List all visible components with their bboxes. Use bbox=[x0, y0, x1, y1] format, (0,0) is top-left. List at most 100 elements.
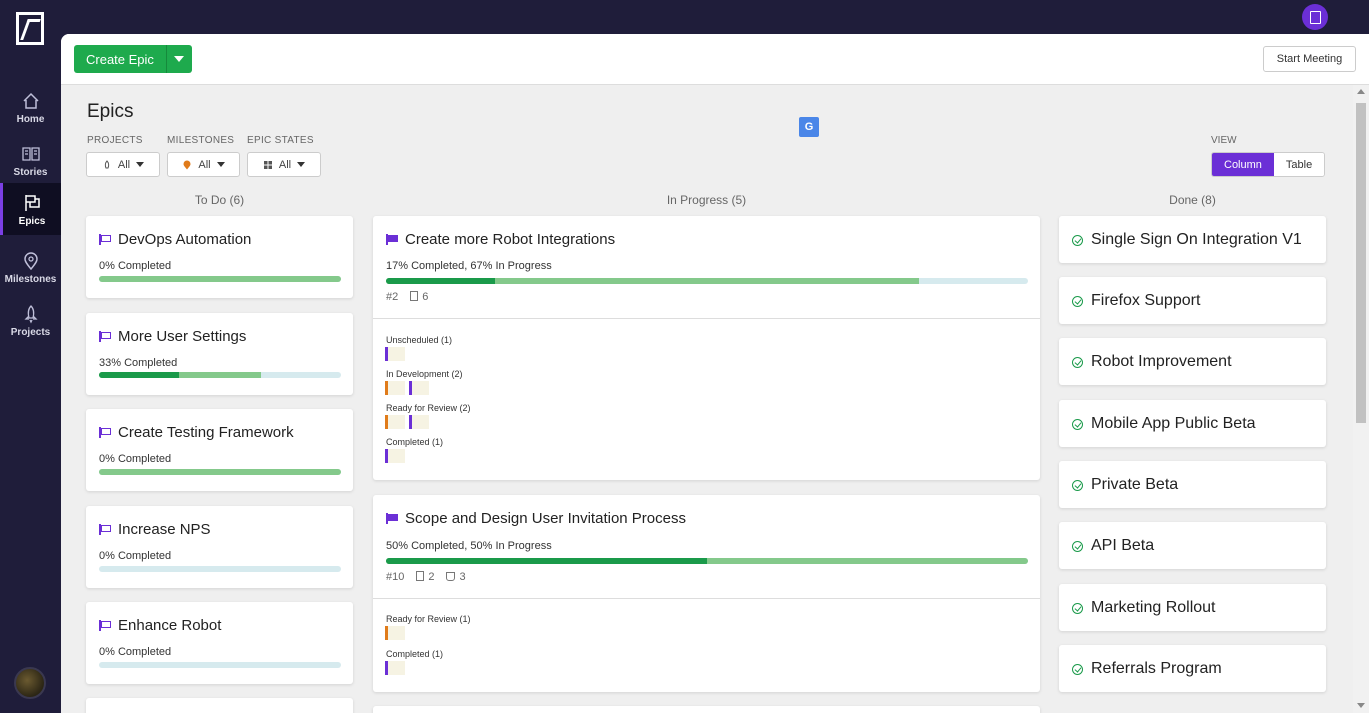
left-nav: Home Stories Epics Milestones Projects bbox=[0, 0, 61, 713]
flag-icon bbox=[99, 234, 111, 245]
epic-card-title[interactable]: Private Beta bbox=[1072, 476, 1178, 494]
view-column-button[interactable]: Column bbox=[1212, 153, 1274, 176]
epic-card[interactable]: DevOps Automation 0% Completed bbox=[86, 216, 353, 298]
story-chip[interactable] bbox=[385, 661, 405, 675]
nav-home[interactable]: Home bbox=[0, 85, 61, 135]
flag-icon bbox=[99, 620, 111, 631]
epic-card[interactable]: Create Testing Framework 0% Completed bbox=[86, 409, 353, 491]
grid-icon bbox=[263, 160, 272, 169]
column-header-in-progress: In Progress (5) bbox=[666, 193, 747, 207]
nav-epics[interactable]: Epics bbox=[0, 183, 61, 235]
story-chip[interactable] bbox=[385, 626, 405, 640]
vertical-scrollbar[interactable] bbox=[1353, 85, 1369, 713]
epic-card-title-text: Create more Robot Integrations bbox=[405, 231, 616, 248]
check-circle-icon bbox=[1072, 295, 1083, 307]
epic-card-title[interactable]: Firefox Support bbox=[1072, 292, 1200, 310]
epic-card-title[interactable]: Robot Improvement bbox=[1072, 353, 1232, 371]
scroll-up-arrow-icon[interactable] bbox=[1357, 89, 1365, 94]
flag-icon bbox=[99, 331, 111, 342]
epic-card-title[interactable]: More User Settings bbox=[99, 328, 246, 345]
epic-card-title[interactable]: Mobile App Public Beta bbox=[1072, 415, 1256, 433]
epic-card-title[interactable]: Single Sign On Integration V1 bbox=[1072, 231, 1302, 249]
rocket-icon bbox=[104, 159, 110, 168]
create-epic-button[interactable]: Create Epic bbox=[74, 45, 192, 73]
epic-meta: #2 6 bbox=[386, 291, 428, 303]
view-table-button[interactable]: Table bbox=[1273, 153, 1325, 176]
profile-menu-icon[interactable] bbox=[1302, 4, 1328, 30]
progress-bar bbox=[99, 662, 341, 668]
epic-card[interactable]: Private Beta bbox=[1059, 461, 1326, 508]
epic-card-title[interactable]: API Beta bbox=[1072, 537, 1154, 555]
epic-card[interactable] bbox=[373, 706, 1040, 713]
epic-card-title[interactable]: Enhance Robot bbox=[99, 617, 221, 634]
epic-progress-text: 17% Completed, 67% In Progress bbox=[386, 260, 552, 272]
nav-projects-label: Projects bbox=[10, 327, 51, 338]
epic-progress-text: 0% Completed bbox=[99, 260, 172, 272]
nav-stories[interactable]: Stories bbox=[0, 138, 61, 188]
epic-card-title-text: DevOps Automation bbox=[118, 231, 252, 248]
divider bbox=[373, 318, 1040, 319]
chevron-down-icon bbox=[216, 162, 225, 167]
story-chip[interactable] bbox=[409, 415, 429, 429]
scroll-down-arrow-icon[interactable] bbox=[1357, 703, 1365, 708]
nav-home-label: Home bbox=[16, 114, 45, 125]
epic-card-title-text: Increase NPS bbox=[118, 521, 211, 538]
chore-count-value: 3 bbox=[459, 571, 466, 583]
epic-states-filter-label: EPIC STATES bbox=[247, 135, 314, 146]
create-epic-dropdown-icon[interactable] bbox=[167, 45, 192, 73]
epic-card[interactable]: More User Settings 33% Completed bbox=[86, 313, 353, 395]
document-icon bbox=[416, 571, 425, 581]
flag-icon bbox=[99, 427, 111, 438]
start-meeting-button[interactable]: Start Meeting bbox=[1263, 46, 1356, 72]
epic-card-title[interactable]: Increase NPS bbox=[99, 521, 211, 538]
epic-card[interactable]: Firefox Support bbox=[1059, 277, 1326, 324]
milestones-filter[interactable]: All bbox=[167, 152, 240, 177]
story-chip[interactable] bbox=[385, 347, 405, 361]
epic-card[interactable]: Single Sign On Integration V1 bbox=[1059, 216, 1326, 263]
epic-card[interactable] bbox=[86, 698, 353, 713]
story-chip[interactable] bbox=[385, 381, 405, 395]
story-count: 6 bbox=[410, 291, 428, 303]
story-chips bbox=[385, 661, 405, 675]
projects-filter[interactable]: All bbox=[86, 152, 160, 177]
epic-card[interactable]: Enhance Robot 0% Completed bbox=[86, 602, 353, 684]
state-label: Ready for Review (2) bbox=[386, 403, 471, 413]
epic-id[interactable]: #10 bbox=[386, 571, 404, 583]
story-count: 2 bbox=[416, 571, 434, 583]
epic-card-title-text: Robot Improvement bbox=[1091, 353, 1232, 370]
user-avatar[interactable] bbox=[14, 667, 46, 699]
epic-card[interactable]: Robot Improvement bbox=[1059, 338, 1326, 385]
nav-projects[interactable]: Projects bbox=[0, 298, 61, 348]
epic-card[interactable]: Mobile App Public Beta bbox=[1059, 400, 1326, 447]
story-chip[interactable] bbox=[385, 449, 405, 463]
epic-progress-text: 0% Completed bbox=[99, 646, 172, 658]
epic-card-title[interactable]: Scope and Design User Invitation Process bbox=[386, 510, 686, 527]
epic-card-title[interactable]: Marketing Rollout bbox=[1072, 599, 1216, 617]
translate-icon[interactable]: G bbox=[799, 117, 819, 137]
document-icon bbox=[410, 291, 419, 301]
story-chip[interactable] bbox=[385, 415, 405, 429]
nav-milestones[interactable]: Milestones bbox=[0, 245, 61, 295]
epic-card[interactable]: Referrals Program bbox=[1059, 645, 1326, 692]
state-label: Ready for Review (1) bbox=[386, 614, 471, 624]
epic-progress-text: 0% Completed bbox=[99, 550, 172, 562]
epic-card[interactable]: Increase NPS 0% Completed bbox=[86, 506, 353, 588]
epic-card-title[interactable]: Create Testing Framework bbox=[99, 424, 294, 441]
epic-card-title[interactable]: DevOps Automation bbox=[99, 231, 251, 248]
flag-icon bbox=[386, 513, 398, 524]
story-chip[interactable] bbox=[409, 381, 429, 395]
epic-card[interactable]: Create more Robot Integrations 17% Compl… bbox=[373, 216, 1040, 480]
epic-states-filter[interactable]: All bbox=[247, 152, 321, 177]
projects-filter-value: All bbox=[117, 158, 131, 171]
epic-id[interactable]: #2 bbox=[386, 291, 398, 303]
column-header-done: Done (8) bbox=[1169, 193, 1216, 207]
scrollbar-thumb[interactable] bbox=[1356, 103, 1366, 423]
create-epic-label[interactable]: Create Epic bbox=[74, 45, 167, 73]
epic-card[interactable]: Marketing Rollout bbox=[1059, 584, 1326, 631]
epic-card-title[interactable]: Create more Robot Integrations bbox=[386, 231, 615, 248]
app-logo[interactable] bbox=[16, 12, 44, 45]
epic-card-title[interactable]: Referrals Program bbox=[1072, 660, 1222, 678]
map-pin-icon bbox=[183, 160, 191, 169]
epic-card[interactable]: Scope and Design User Invitation Process… bbox=[373, 495, 1040, 692]
epic-card[interactable]: API Beta bbox=[1059, 522, 1326, 569]
